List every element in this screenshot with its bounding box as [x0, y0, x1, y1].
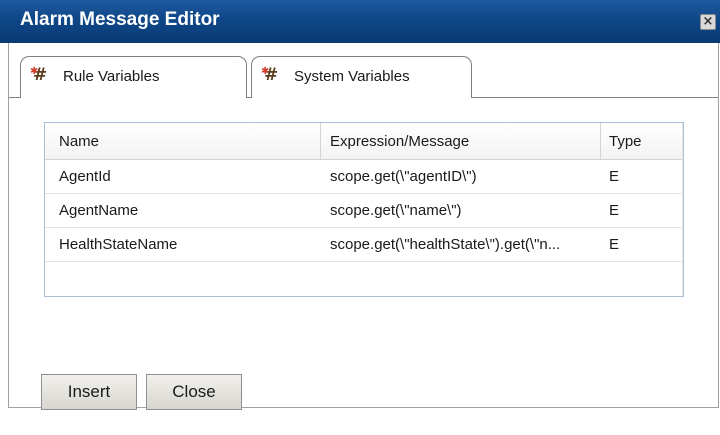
dialog-right-border	[718, 43, 719, 408]
alarm-message-editor-dialog: Alarm Message Editor × ✱ # Rule Variables…	[0, 0, 720, 435]
cell-expression: scope.get(\"name\")	[330, 202, 462, 219]
tab-strip-line	[9, 97, 20, 98]
tab-strip-line	[472, 97, 718, 98]
column-divider[interactable]	[320, 123, 321, 160]
window-title: Alarm Message Editor	[20, 9, 220, 30]
table-right-gutter	[682, 123, 683, 296]
cell-type: E	[609, 202, 620, 219]
table-row[interactable]: AgentName scope.get(\"name\") E	[45, 194, 682, 228]
column-header-name[interactable]: Name	[59, 123, 99, 160]
cell-name: AgentName	[59, 202, 139, 219]
cell-expression: scope.get(\"agentID\")	[330, 168, 477, 185]
cell-expression: scope.get(\"healthState\").get(\"n...	[330, 236, 561, 253]
cell-name: AgentId	[59, 168, 111, 185]
tab-rule-variables-label: Rule Variables	[63, 68, 160, 85]
cell-type: E	[609, 236, 620, 253]
table-header: Name Expression/Message Type	[45, 123, 682, 160]
tab-system-variables-label: System Variables	[294, 68, 410, 85]
table-row[interactable]: AgentId scope.get(\"agentID\") E	[45, 160, 682, 194]
cell-type: E	[609, 168, 620, 185]
column-divider[interactable]	[600, 123, 601, 160]
variables-hash-icon: ✱ #	[261, 65, 279, 85]
column-header-expression[interactable]: Expression/Message	[330, 123, 469, 160]
tab-system-variables[interactable]: ✱ # System Variables	[251, 56, 472, 98]
insert-button[interactable]: Insert	[41, 374, 137, 410]
tab-strip-line	[247, 97, 251, 98]
cell-name: HealthStateName	[59, 236, 178, 253]
table-row[interactable]: HealthStateName scope.get(\"healthState\…	[45, 228, 682, 262]
close-x-icon[interactable]: ×	[700, 14, 716, 30]
variables-hash-icon: ✱ #	[30, 65, 48, 85]
variables-table[interactable]: Name Expression/Message Type AgentId sco…	[44, 122, 684, 297]
column-header-type[interactable]: Type	[609, 123, 642, 160]
close-button[interactable]: Close	[146, 374, 242, 410]
title-bar[interactable]: Alarm Message Editor ×	[0, 0, 720, 43]
tab-rule-variables[interactable]: ✱ # Rule Variables	[20, 56, 247, 98]
